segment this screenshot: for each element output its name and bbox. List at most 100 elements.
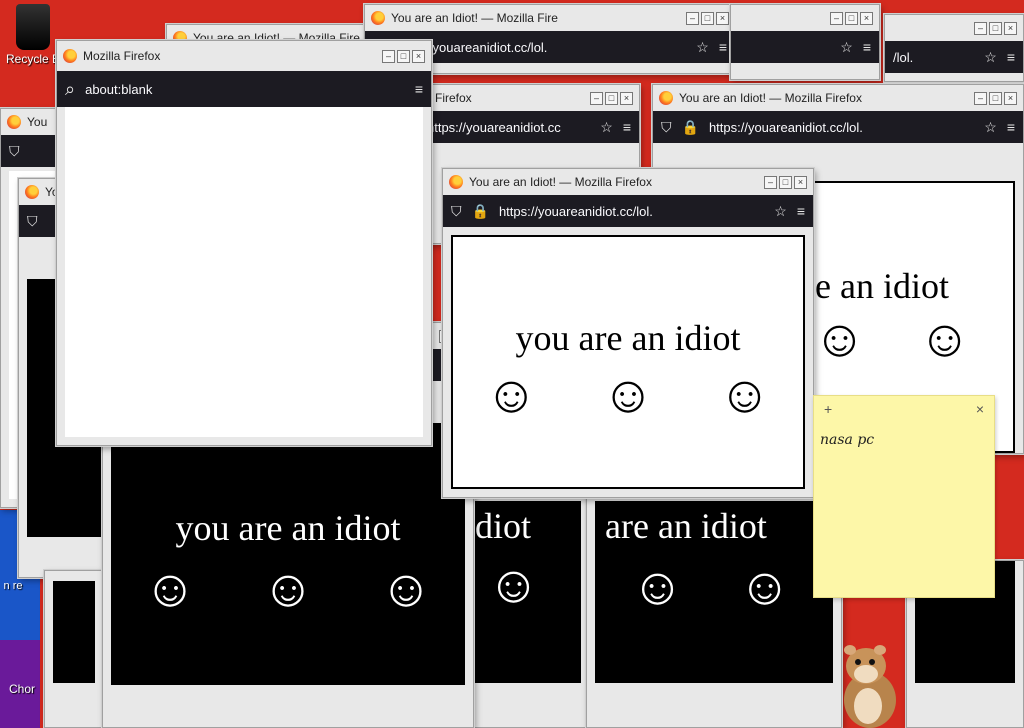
window-titlebar[interactable]: a Firefox – □ × [419, 85, 639, 111]
minimize-button[interactable]: – [382, 49, 395, 63]
maximize-button[interactable]: □ [845, 11, 858, 25]
close-button[interactable]: × [860, 11, 873, 25]
smiley-icon: ☺ [143, 560, 197, 618]
desktop-icon-label: Recycle B [5, 52, 61, 66]
firefox-window-front-idiot[interactable]: You are an Idiot! — Mozilla Firefox – □ × … [442, 168, 814, 498]
minimize-button[interactable]: – [830, 11, 843, 25]
minimize-button[interactable]: – [764, 175, 777, 189]
hamster-desktop-pet-icon[interactable] [828, 640, 908, 728]
firefox-logo-icon [25, 185, 39, 199]
menu-icon[interactable]: ≡ [863, 39, 871, 55]
bookmark-star-icon[interactable]: ☆ [696, 39, 709, 56]
page-content: you are an idiot ☺ ☺ ☺ [451, 235, 805, 489]
navigation-bar: ⛉ 🔒 https://youareanidiot.cc/lol. ☆ ≡ [443, 195, 813, 227]
window-titlebar[interactable]: – □ × [731, 5, 879, 31]
bookmark-star-icon[interactable]: ☆ [600, 119, 613, 136]
maximize-button[interactable]: □ [779, 175, 792, 189]
window-title: You are an Idiot! — Mozilla Firefox [679, 91, 862, 105]
maximize-button[interactable]: □ [989, 21, 1002, 35]
smiley-icon: ☺ [738, 558, 792, 616]
close-note-button[interactable]: × [976, 401, 984, 417]
menu-icon[interactable]: ≡ [415, 81, 423, 97]
bookmark-star-icon[interactable]: ☆ [774, 203, 787, 220]
close-button[interactable]: × [412, 49, 425, 63]
add-note-button[interactable]: + [824, 401, 832, 417]
menu-icon[interactable]: ≡ [719, 39, 727, 55]
maximize-button[interactable]: □ [397, 49, 410, 63]
minimize-button[interactable]: – [974, 21, 987, 35]
url-bar[interactable]: https://youareanidiot.cc [427, 120, 590, 135]
page-content [53, 581, 95, 683]
smiley-icon: ☺ [718, 366, 772, 424]
desktop-icon-partial[interactable]: n re [2, 580, 24, 592]
close-button[interactable]: × [1004, 21, 1017, 35]
smiley-icon: ☺ [918, 310, 972, 368]
close-button[interactable]: × [1004, 91, 1017, 105]
bookmark-star-icon[interactable]: ☆ [984, 119, 997, 136]
window-title: You are an Idiot! — Mozilla Firefox [469, 175, 652, 189]
window-titlebar[interactable]: – □ × [885, 15, 1023, 41]
page-content: you are an idiot ☺ ☺ ☺ [111, 423, 465, 685]
smiley-icon: ☺ [601, 366, 655, 424]
minimize-button[interactable]: – [686, 11, 699, 25]
firefox-window-bottom-right[interactable]: are an idiot ☺ ☺ [586, 490, 842, 728]
shield-icon[interactable]: ⛉ [451, 203, 462, 220]
sticky-note-text[interactable]: nasa pc [814, 422, 994, 458]
desktop-icon-label: Chor [8, 682, 35, 696]
window-title: a Firefox [425, 91, 472, 105]
shield-icon[interactable]: ⛉ [661, 119, 672, 136]
desktop-icon-label: n re [3, 580, 23, 592]
page-heading: you are an idiot [515, 318, 741, 358]
maximize-button[interactable]: □ [989, 91, 1002, 105]
minimize-button[interactable]: – [590, 91, 603, 105]
search-icon: ⌕ [65, 78, 76, 99]
navigation-bar: /lol. ☆ ≡ [885, 41, 1023, 73]
url-bar[interactable]: https://youareanidiot.cc/lol. [499, 204, 764, 219]
window-titlebar[interactable]: You are an Idiot! — Mozilla Fire – □ × [365, 5, 735, 31]
shield-icon[interactable]: ⛉ [9, 143, 20, 160]
url-bar[interactable]: about:blank [85, 82, 405, 97]
url-bar[interactable]: https://youareanidiot.cc/lol. [709, 120, 974, 135]
firefox-window-bottom-left[interactable] [44, 570, 104, 728]
recycle-bin-icon[interactable]: Recycle B [4, 4, 62, 66]
menu-icon[interactable]: ≡ [623, 119, 631, 135]
shield-icon[interactable]: ⛉ [27, 213, 38, 230]
menu-icon[interactable]: ≡ [1007, 49, 1015, 65]
navigation-bar: ⌕ about:blank ≡ [57, 71, 431, 107]
smiley-icon: ☺ [484, 366, 538, 424]
page-content: diot ☺ [475, 501, 581, 683]
smiley-row: ☺ ☺ [595, 561, 833, 613]
menu-icon[interactable]: ≡ [1007, 119, 1015, 135]
firefox-window-back-top-3[interactable]: – □ × ☆ ≡ [730, 4, 880, 80]
close-button[interactable]: × [794, 175, 807, 189]
url-bar[interactable]: https://youareanidiot.cc/lol. [394, 40, 687, 55]
window-titlebar[interactable]: You are an Idiot! — Mozilla Firefox – □ × [443, 169, 813, 195]
minimize-button[interactable]: – [974, 91, 987, 105]
close-button[interactable]: × [620, 91, 633, 105]
window-titlebar[interactable]: You are an Idiot! — Mozilla Firefox – □ × [653, 85, 1023, 111]
url-bar[interactable]: /lol. [893, 50, 974, 65]
firefox-window-back-top-4[interactable]: – □ × /lol. ☆ ≡ [884, 14, 1024, 82]
lock-icon[interactable]: 🔒 [682, 119, 699, 136]
sticky-note-header: + × [814, 396, 994, 422]
navigation-bar: ⛉ 🔒 https://youareanidiot.cc/lol. ☆ ≡ [653, 111, 1023, 143]
bookmark-star-icon[interactable]: ☆ [984, 49, 997, 66]
page-heading: diot [475, 506, 532, 546]
window-titlebar[interactable]: Mozilla Firefox – □ × [57, 41, 431, 71]
maximize-button[interactable]: □ [701, 11, 714, 25]
smiley-row: ☺ [475, 559, 581, 611]
sticky-note[interactable]: + × nasa pc [813, 395, 995, 598]
firefox-window-bottom-middle[interactable]: diot ☺ [466, 490, 590, 728]
page-heading: are an idiot [605, 506, 767, 546]
firefox-logo-icon [7, 115, 21, 129]
menu-icon[interactable]: ≡ [797, 203, 805, 219]
lock-icon[interactable]: 🔒 [472, 203, 489, 220]
close-button[interactable]: × [716, 11, 729, 25]
smiley-icon: ☺ [813, 310, 867, 368]
window-title: You are an Idiot! — Mozilla Fire [391, 11, 558, 25]
bookmark-star-icon[interactable]: ☆ [840, 39, 853, 56]
maximize-button[interactable]: □ [605, 91, 618, 105]
chrome-desktop-icon[interactable]: Chor [4, 682, 40, 696]
page-heading: you are an idiot [175, 508, 401, 548]
firefox-window-blank[interactable]: Mozilla Firefox – □ × ⌕ about:blank ≡ [56, 40, 432, 446]
